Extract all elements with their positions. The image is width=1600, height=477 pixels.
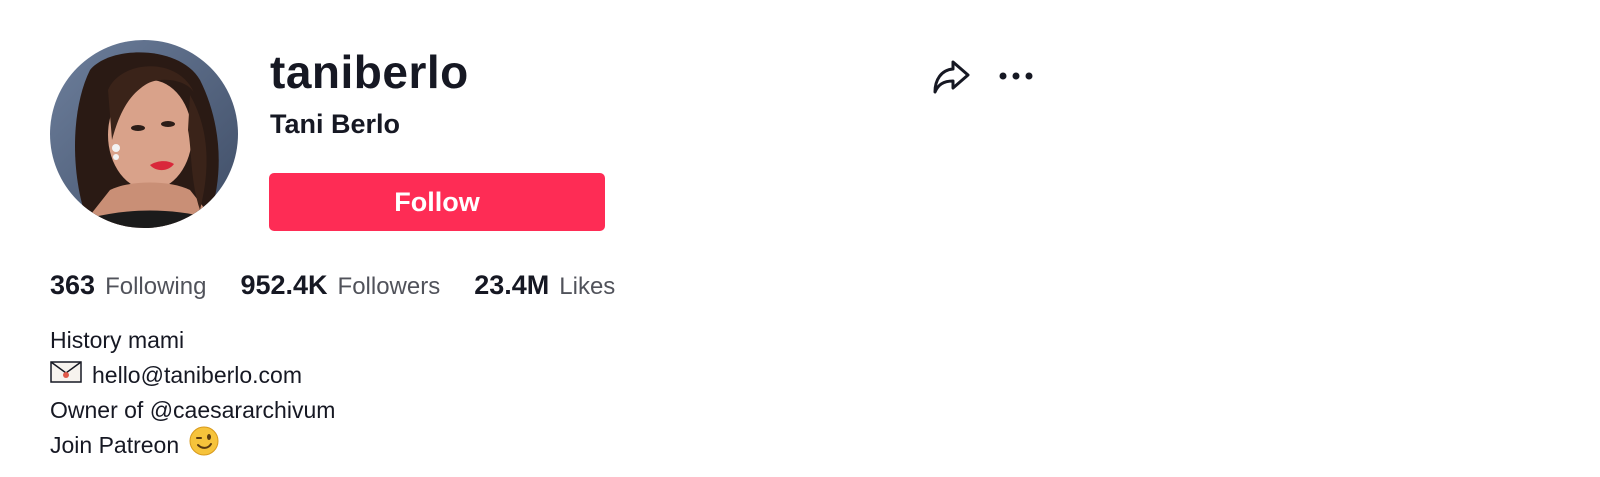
stat-label: Followers xyxy=(337,273,441,300)
stat-label: Following xyxy=(105,273,207,300)
profile-header: taniberlo Tani Berlo Follow 363 Followin… xyxy=(0,0,1600,477)
stat-value: 363 xyxy=(50,270,96,300)
share-button[interactable] xyxy=(930,56,972,98)
profile-stats: 363 Following 952.4K Followers 23.4M Lik… xyxy=(50,270,649,306)
more-dots-icon xyxy=(999,72,1033,80)
bio-text: History mami xyxy=(50,327,185,353)
bio-line: History mami xyxy=(50,323,750,358)
nickname: Tani Berlo xyxy=(270,109,401,139)
more-button[interactable] xyxy=(996,60,1038,92)
bio: History mami hello@taniberlo.com Owner o… xyxy=(50,323,750,463)
bio-line: Owner of @caesararchivum xyxy=(50,393,750,428)
stat-likes[interactable]: 23.4M Likes xyxy=(474,270,615,301)
avatar[interactable] xyxy=(50,40,238,228)
winking-face-emoji-icon xyxy=(189,426,219,466)
bio-text: Owner of @caesararchivum xyxy=(50,397,336,423)
username: taniberlo xyxy=(270,46,469,98)
envelope-icon xyxy=(50,358,82,393)
stat-following[interactable]: 363 Following xyxy=(50,270,206,301)
bio-email: hello@taniberlo.com xyxy=(92,362,303,388)
stat-followers[interactable]: 952.4K Followers xyxy=(240,270,440,301)
bio-line: Join Patreon xyxy=(50,426,750,466)
avatar-image xyxy=(50,40,238,228)
bio-line: hello@taniberlo.com xyxy=(50,358,750,393)
follow-button[interactable]: Follow xyxy=(269,173,605,231)
stat-value: 952.4K xyxy=(240,270,328,300)
stat-label: Likes xyxy=(559,273,616,300)
bio-text: Join Patreon xyxy=(50,432,180,458)
stat-value: 23.4M xyxy=(474,270,550,300)
share-arrow-icon xyxy=(933,60,970,94)
